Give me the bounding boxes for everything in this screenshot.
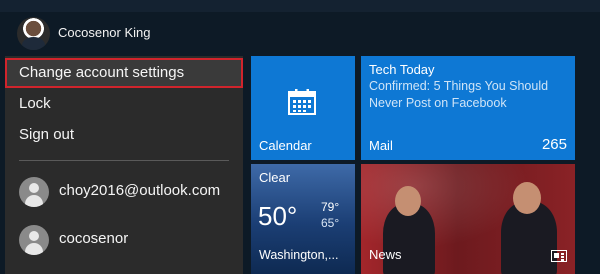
account-item-cocosenor[interactable]: cocosenor [19,225,239,257]
user-account-button[interactable]: Cocosenor King [0,16,245,54]
news-tile[interactable]: News [361,164,575,274]
person-icon [19,177,49,207]
mail-tile[interactable]: Tech Today Confirmed: 5 Things You Shoul… [361,56,575,160]
menu-item-label: Change account settings [19,64,185,81]
person-icon [19,225,49,255]
news-icon [551,250,567,262]
calendar-tile[interactable]: Calendar [251,56,355,160]
weather-condition: Clear [259,170,291,185]
menu-item-lock[interactable]: Lock [5,89,243,119]
menu-divider [19,160,229,161]
mail-preview: Confirmed: 5 Things You Should Never Pos… [369,79,549,110]
menu-item-label: Lock [19,95,51,112]
mail-title: Tech Today [369,62,435,77]
menu-item-change-account-settings[interactable]: Change account settings [5,58,243,88]
weather-temperature: 50° [258,201,298,231]
top-background-strip [0,0,600,12]
calendar-tile-label: Calendar [259,138,312,153]
mail-unread-count: 265 [541,136,567,153]
user-name: Cocosenor King [58,25,151,40]
mail-tile-label: Mail [369,138,393,153]
account-menu: Change account settings Lock Sign out ch… [5,56,243,274]
account-item-choy2016[interactable]: choy2016@outlook.com [19,177,239,209]
menu-item-sign-out[interactable]: Sign out [5,120,243,150]
weather-high: 79° [321,200,340,214]
weather-city: Washington,... [259,248,339,262]
menu-item-label: Sign out [19,126,75,143]
weather-tile[interactable]: Clear 50° 79° 65° Washington,... [251,164,355,274]
weather-low: 65° [321,216,340,230]
user-avatar [17,17,50,50]
account-label: cocosenor [59,230,129,247]
calendar-icon [288,89,316,115]
account-label: choy2016@outlook.com [59,182,221,199]
news-tile-label: News [369,247,402,262]
